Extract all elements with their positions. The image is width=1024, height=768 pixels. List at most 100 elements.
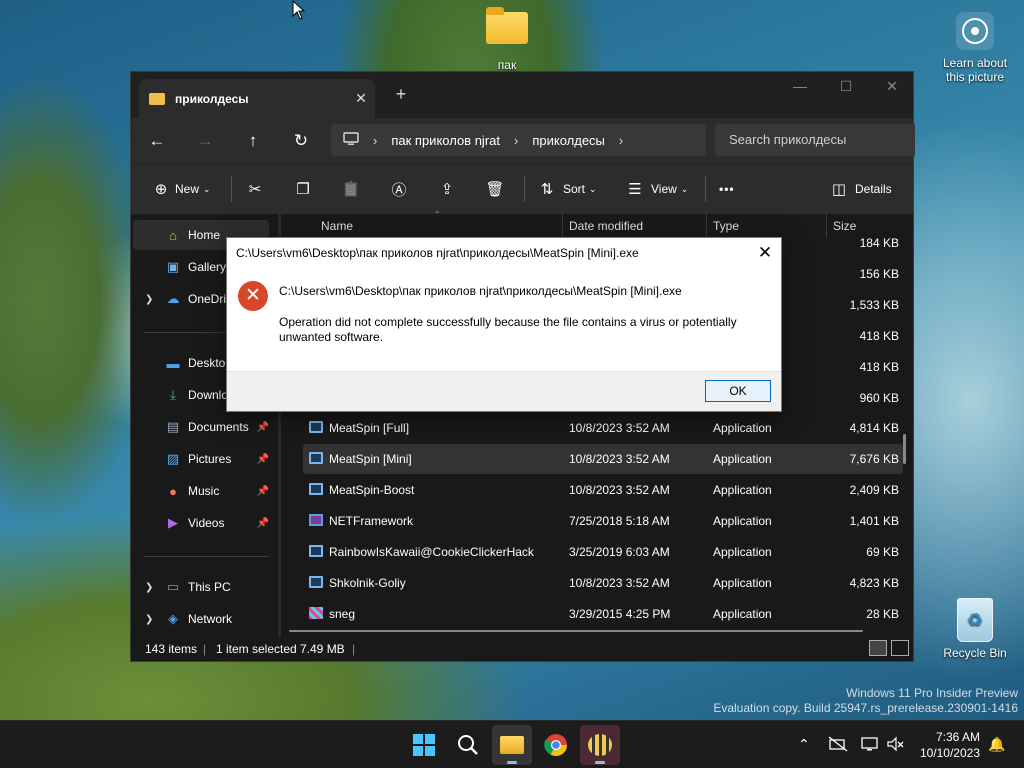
taskbar-chrome[interactable] <box>536 725 576 765</box>
chevron-right-icon[interactable]: ❯ <box>145 614 153 625</box>
chevron-right-icon[interactable]: ❯ <box>145 582 153 593</box>
delete-button[interactable]: 🗑 <box>483 176 507 202</box>
virus-error-dialog: C:\Users\vm6\Desktop\пак приколов njrat\… <box>226 237 782 412</box>
file-row[interactable]: sneg 3/29/2015 4:25 PM Application 28 KB <box>303 599 903 629</box>
details-label: Details <box>855 182 892 196</box>
file-size: 69 KB <box>866 545 899 559</box>
pin-icon[interactable]: 📌 <box>257 486 269 497</box>
file-row-selected[interactable]: MeatSpin [Mini] 10/8/2023 3:52 AM Applic… <box>303 444 903 474</box>
chevron-right-icon[interactable]: ❯ <box>145 294 153 305</box>
sidebar-item-label: This PC <box>188 580 231 594</box>
recycle-bin-icon: ♻ <box>957 598 993 642</box>
sidebar-divider <box>143 556 269 557</box>
mouse-cursor-icon <box>292 0 306 20</box>
selected-count: 1 item selected <box>216 642 297 656</box>
monitor-icon <box>343 131 359 149</box>
new-tab-button[interactable]: + <box>389 84 413 105</box>
vertical-scrollbar-thumb[interactable] <box>903 434 906 464</box>
column-divider[interactable] <box>706 214 707 238</box>
clipboard-icon: 📋 <box>341 181 361 198</box>
sort-button[interactable]: ⇅ Sort ⌄ <box>535 176 597 202</box>
column-header-date[interactable]: Date modified <box>569 214 643 238</box>
chevron-down-icon: ⌄ <box>680 183 689 194</box>
display-icon[interactable] <box>860 736 880 755</box>
sidebar-item-videos[interactable]: ▶ Videos 📌 <box>133 508 269 538</box>
tiles-view-icon[interactable] <box>891 640 909 656</box>
details-view-icon[interactable] <box>869 640 887 656</box>
share-button[interactable]: ⇪ <box>435 176 459 202</box>
toolbar-divider <box>524 176 525 202</box>
file-row[interactable]: Shkolnik-Goliy 10/8/2023 3:52 AM Applica… <box>303 568 903 598</box>
trash-icon: 🗑 <box>485 181 505 198</box>
sidebar-item-this-pc[interactable]: ❯ ▭ This PC <box>133 572 269 602</box>
sidebar-item-network[interactable]: ❯ ◈ Network <box>133 604 269 634</box>
file-row[interactable]: NETFramework 7/25/2018 5:18 AM Applicati… <box>303 506 903 536</box>
minimize-button[interactable]: — <box>777 78 823 94</box>
column-divider[interactable] <box>826 214 827 238</box>
close-window-button[interactable]: ✕ <box>869 78 915 95</box>
sidebar-item-pictures[interactable]: ▨ Pictures 📌 <box>133 444 269 474</box>
item-count: 143 items <box>145 642 198 656</box>
taskbar-bee-app[interactable] <box>580 725 620 765</box>
chevron-up-icon[interactable]: ⌃ <box>798 736 810 753</box>
system-clock[interactable]: 7:36 AM 10/10/2023 <box>920 729 980 761</box>
ok-button[interactable]: OK <box>705 380 771 402</box>
notification-bell-icon[interactable]: 🔔 <box>988 736 1005 753</box>
details-button[interactable]: ◫ Details <box>827 176 892 202</box>
search-button[interactable] <box>448 725 488 765</box>
refresh-button[interactable]: ↻ <box>287 128 315 154</box>
copy-button[interactable]: ❐ <box>291 176 315 202</box>
chevron-down-icon: ⌄ <box>203 183 211 194</box>
title-bar: приколдесы ✕ + — ☐ ✕ <box>131 72 913 118</box>
start-button[interactable] <box>404 725 444 765</box>
file-size: 4,823 KB <box>849 576 899 590</box>
file-name: RainbowIsKawaii@CookieClickerHack <box>329 545 534 559</box>
cut-button[interactable]: ✂ <box>243 176 267 202</box>
breadcrumb-item[interactable]: приколдесы <box>532 133 605 148</box>
address-bar[interactable]: › пак приколов njrat › приколдесы › <box>331 124 706 156</box>
more-options-button[interactable]: ••• <box>719 176 735 202</box>
paste-button[interactable]: 📋 <box>339 176 363 202</box>
desktop-folder-icon[interactable]: пак <box>480 7 534 72</box>
back-button[interactable]: ← <box>143 128 171 154</box>
details-pane-icon: ◫ <box>831 181 847 198</box>
tab-close-icon[interactable]: ✕ <box>347 90 375 107</box>
pin-icon[interactable]: 📌 <box>257 454 269 465</box>
maximize-button[interactable]: ☐ <box>823 78 869 95</box>
file-type: Application <box>713 483 772 497</box>
pin-icon[interactable]: 📌 <box>257 422 269 433</box>
horizontal-scrollbar[interactable] <box>289 630 863 632</box>
new-button[interactable]: ⊕ New ⌄ <box>149 176 211 202</box>
recycle-bin[interactable]: ♻ Recycle Bin <box>940 598 1010 660</box>
learn-about-picture[interactable]: Learn about this picture <box>938 12 1012 84</box>
file-row[interactable]: RainbowIsKawaii@CookieClickerHack 3/25/2… <box>303 537 903 567</box>
chevron-down-icon: ⌄ <box>589 183 597 194</box>
pin-icon[interactable]: 📌 <box>257 518 269 529</box>
sidebar-item-documents[interactable]: ▤ Documents 📌 <box>133 412 269 442</box>
search-input[interactable]: Search приколдесы <box>715 124 915 156</box>
column-header-type[interactable]: Type <box>713 214 739 238</box>
recycle-bin-label: Recycle Bin <box>943 646 1007 660</box>
file-row[interactable]: MeatSpin [Full] 10/8/2023 3:52 AM Applic… <box>303 413 903 443</box>
network-disconnected-icon[interactable] <box>828 736 848 755</box>
breadcrumb-item[interactable]: пак приколов njrat <box>391 133 500 148</box>
file-size: 4,814 KB <box>849 421 899 435</box>
tab-prikoldesy[interactable]: приколдесы ✕ <box>139 79 375 118</box>
home-icon: ⌂ <box>169 227 177 243</box>
up-button[interactable]: ↑ <box>239 128 267 154</box>
application-icon <box>309 452 323 464</box>
learn-about-label: Learn about this picture <box>942 56 1008 84</box>
column-header-size[interactable]: Size <box>833 214 856 238</box>
sidebar-item-music[interactable]: ● Music 📌 <box>133 476 269 506</box>
view-button[interactable]: ☰ View ⌄ <box>623 176 688 202</box>
forward-button[interactable]: → <box>191 128 219 154</box>
file-row[interactable]: MeatSpin-Boost 10/8/2023 3:52 AM Applica… <box>303 475 903 505</box>
sidebar-item-label: Gallery <box>188 260 227 274</box>
column-header-name[interactable]: Name <box>321 214 353 238</box>
taskbar-file-explorer[interactable] <box>492 725 532 765</box>
volume-muted-icon[interactable] <box>886 736 906 755</box>
search-icon <box>458 735 478 755</box>
column-divider[interactable] <box>562 214 563 238</box>
dialog-close-icon[interactable]: ✕ <box>753 241 777 265</box>
rename-button[interactable]: Ⓐ <box>387 176 411 202</box>
